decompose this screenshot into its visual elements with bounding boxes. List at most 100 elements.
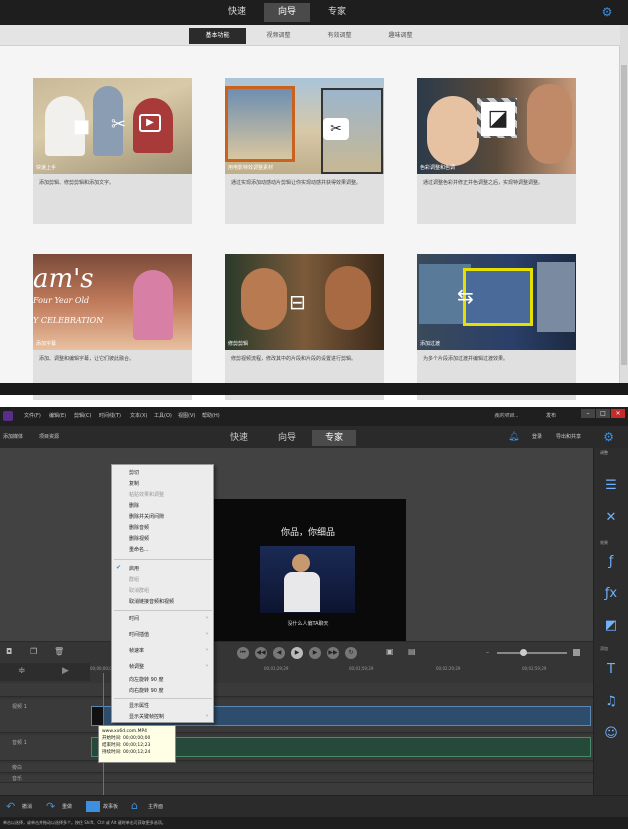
menu-view[interactable]: 视图(V) [178,412,195,419]
project-assets-button[interactable]: 项目资源 [39,433,59,440]
menu-delete-audio[interactable]: 删除音频 [129,524,149,531]
undo-icon[interactable]: ↶ [6,800,15,813]
subtab-basics[interactable]: 基本功能 [189,28,246,44]
prev-frame-icon[interactable]: ◀ [273,647,285,659]
tab-guided[interactable]: 向导 [268,430,306,446]
scrollbar-thumb[interactable] [621,65,627,365]
menu-frame-rate[interactable]: 帧速率 [129,647,144,654]
menu-delete[interactable]: 删除 [129,502,139,509]
guided-card[interactable]: ⊟ 修剪剪辑 修剪视频流程，修改其中的片段和片段的设置进行剪辑。 [225,254,384,400]
timecode: 00;02;59;29 [522,666,547,671]
home-button[interactable]: 主界面 [148,803,163,810]
bell-icon[interactable]: 🔔︎ [508,432,519,442]
menu-ungroup[interactable]: 取消群组 [129,587,149,594]
menu-time[interactable]: 时间 [129,615,139,622]
home-icon[interactable]: ⌂ [131,799,138,812]
tab-expert[interactable]: 专家 [312,430,356,446]
gear-icon[interactable]: ⚙ [603,430,614,444]
menu-show-properties[interactable]: 显示属性 [129,702,149,709]
next-frame-icon[interactable]: ▶ [309,647,321,659]
tab-guided[interactable]: 向导 [264,3,310,22]
menu-rotate-left[interactable]: 向左旋转 90 度 [129,676,164,683]
zoom-out-icon[interactable]: – [486,649,489,656]
publish-button[interactable]: 发布 [546,412,556,419]
redo-button[interactable]: 重做 [62,803,72,810]
step-forward-icon[interactable]: ▶▶ [327,647,339,659]
menu-delete-video[interactable]: 删除视频 [129,535,149,542]
menu-unlink-av[interactable]: 取消链接音频和视频 [129,598,174,605]
guided-card[interactable]: ⇆ 添加过渡 为多个片段添加过渡并编辑过渡效果。 [417,254,576,400]
redo-icon[interactable]: ↷ [46,800,55,813]
sign-in-button[interactable]: 登录 [532,433,542,440]
storyboard-button[interactable]: 故事板 [103,803,118,810]
menu-copy[interactable]: 复制 [129,480,139,487]
storyboard-icon[interactable] [86,801,100,812]
zoom-slider[interactable] [497,652,567,654]
loop-icon[interactable]: ↻ [345,647,357,659]
subtab-effect-adjust[interactable]: 有效调整 [311,28,368,44]
menu-enable[interactable]: 启用 [129,565,139,572]
close-icon[interactable]: ✕ [611,409,625,418]
menu-time-interpolation[interactable]: 时间插值 [129,631,149,638]
camera-icon[interactable]: ◘ [6,647,12,656]
goto-start-icon[interactable]: ⏮ [237,647,249,659]
menu-rename[interactable]: 重命名... [129,546,149,553]
guided-card[interactable]: ■ ✂ ▶ 快速上手 添加剪辑、修剪剪辑和添加文字。 [33,78,192,224]
add-media-button[interactable]: 添加媒体 [3,433,23,440]
card-thumbnail: ✂ 用电影特效调整素材 [225,78,384,174]
menu-frame-adjust[interactable]: 帧调整 [129,663,144,670]
zoom-slider-handle[interactable] [520,649,527,656]
menu-show-keyframes[interactable]: 显示关键帧控制 [129,713,164,720]
render-icon[interactable]: ▤ [408,647,416,656]
menu-paste-effects[interactable]: 粘贴效果和调整 [129,491,164,498]
menu-help[interactable]: 帮助(H) [202,412,220,419]
guided-card[interactable]: am's Four Year Old Y CELEBRATION 添加字幕 添加… [33,254,192,400]
music-icon[interactable]: ♫ [600,692,622,712]
timeline-header: ≑ ▶ [0,663,90,681]
menu-edit[interactable]: 编辑(E) [49,412,66,419]
adjust-sliders-icon[interactable]: ☰ [600,476,622,496]
check-icon: ✔ [116,564,122,571]
menu-file[interactable]: 文件(F) [24,412,41,419]
tab-quick[interactable]: 快速 [216,3,258,22]
track-options-icon[interactable]: ≑ [18,666,26,676]
menu-group[interactable]: 群组 [129,576,139,583]
applied-effects-icon[interactable]: ƒ [600,552,622,572]
menu-tools[interactable]: 工具(O) [154,412,172,419]
video-frame [260,546,355,613]
trash-icon[interactable]: 🗑︎ [54,647,64,656]
mode-bar: 添加媒体 项目资源 快速 向导 专家 🔔︎ 登录 导出和共享 ⚙ [0,426,628,448]
guided-card[interactable]: ◪ 色彩调整和色调 通过调整色彩并修正并色调整之后，实现特调整调整。 [417,78,576,224]
export-share-button[interactable]: 导出和共享 [556,433,581,440]
undo-button[interactable]: 撤消 [22,803,32,810]
menu-cut[interactable]: 剪切 [129,469,139,476]
minimize-icon[interactable]: – [581,409,595,418]
bottom-strip [0,383,628,395]
play-icon[interactable]: ▶ [291,647,303,659]
track-label: 视频 1 [12,704,27,710]
zoom-in-icon[interactable] [573,649,580,656]
maximize-icon[interactable]: □ [596,409,610,418]
copy-icon[interactable]: ❐ [30,647,37,656]
video-preview[interactable]: 你品，你细品 没什么人偏TA聊天 [210,499,406,642]
menu-delete-close-gap[interactable]: 删除并关闭间隙 [129,513,164,520]
titles-icon[interactable]: T [600,660,622,680]
menu-clip[interactable]: 剪辑(C) [74,412,91,419]
transitions-icon[interactable]: ◩ [600,616,622,636]
subtab-video-adjust[interactable]: 视频调整 [250,28,307,44]
tab-expert[interactable]: 专家 [316,3,358,22]
fx-icon[interactable]: ƒx [600,584,622,604]
tools-icon[interactable]: ✕ [600,508,622,528]
menu-text[interactable]: 文本(X) [130,412,147,419]
subtab-fun-adjust[interactable]: 趣味调整 [372,28,429,44]
step-back-icon[interactable]: ◀◀ [255,647,267,659]
arrow-right-icon[interactable]: ▶ [62,666,69,676]
tab-quick[interactable]: 快速 [220,430,258,446]
monitor-icon[interactable]: ▣ [386,647,394,656]
gear-icon[interactable]: ⚙ [600,5,614,19]
guided-card[interactable]: ✂ 用电影特效调整素材 通过实现添加动感动片剪辑让你实现动感并获得效果调整。 [225,78,384,224]
menu-rotate-right[interactable]: 向右旋转 90 度 [129,687,164,694]
vertical-scrollbar[interactable] [620,25,628,383]
graphics-icon[interactable]: ☺ [600,724,622,744]
menu-timeline[interactable]: 时间线(T) [99,412,121,419]
